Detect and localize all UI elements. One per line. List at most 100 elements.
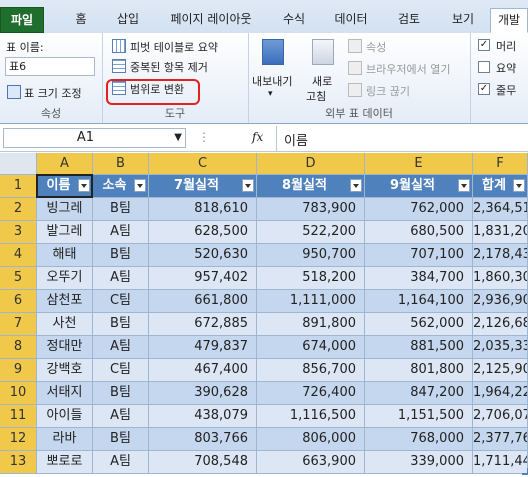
banded-rows-checkbox[interactable]: ✓ bbox=[478, 83, 490, 95]
table-cell[interactable]: B팀 bbox=[93, 428, 149, 451]
resize-table-button[interactable]: 표 크기 조정 bbox=[24, 85, 82, 101]
row-header-1[interactable]: 1 bbox=[0, 175, 37, 198]
table-cell[interactable]: A팀 bbox=[93, 221, 149, 244]
table-cell[interactable]: 438,079 bbox=[149, 405, 257, 428]
formula-bar-splitter-icon[interactable]: ⋮ bbox=[198, 130, 210, 144]
row-header-7[interactable]: 7 bbox=[0, 313, 37, 336]
row-header-11[interactable]: 11 bbox=[0, 405, 37, 428]
table-cell[interactable]: A팀 bbox=[93, 405, 149, 428]
table-cell[interactable]: 오뚜기 bbox=[37, 267, 93, 290]
tab-view[interactable]: 보기 bbox=[438, 8, 488, 33]
tab-data[interactable]: 데이터 bbox=[322, 8, 380, 33]
table-cell[interactable]: C팀 bbox=[93, 290, 149, 313]
remove-duplicates-button[interactable]: 중복된 항목 제거 bbox=[130, 59, 208, 75]
table-cell[interactable]: 479,837 bbox=[149, 336, 257, 359]
table-cell[interactable]: 663,900 bbox=[257, 451, 365, 474]
name-box[interactable]: A1 ▼ bbox=[3, 128, 186, 148]
table-cell[interactable]: 1,111,000 bbox=[257, 290, 365, 313]
table-cell[interactable]: 2,706,079 bbox=[473, 405, 528, 428]
table-cell[interactable]: 삼천포 bbox=[37, 290, 93, 313]
tab-home[interactable]: 홈 bbox=[62, 8, 100, 33]
properties-button[interactable]: 속성 bbox=[366, 39, 386, 55]
table-resize-handle[interactable] bbox=[522, 468, 528, 475]
column-header-a[interactable]: A bbox=[37, 153, 93, 175]
table-cell[interactable]: 708,548 bbox=[149, 451, 257, 474]
filter-dropdown-icon[interactable] bbox=[513, 179, 525, 192]
table-cell[interactable]: 707,100 bbox=[365, 244, 473, 267]
table-header-cell[interactable]: 합계 bbox=[473, 175, 528, 198]
row-header-13[interactable]: 13 bbox=[0, 451, 37, 474]
name-box-dropdown-icon[interactable]: ▼ bbox=[174, 130, 182, 146]
table-cell[interactable]: 891,800 bbox=[257, 313, 365, 336]
table-cell[interactable]: 1,860,302 bbox=[473, 267, 528, 290]
table-cell[interactable]: 사천 bbox=[37, 313, 93, 336]
unlink-button[interactable]: 링크 끊기 bbox=[366, 83, 410, 99]
table-cell[interactable]: 628,500 bbox=[149, 221, 257, 244]
open-in-browser-button[interactable]: 브라우저에서 열기 bbox=[366, 61, 450, 77]
refresh-button[interactable]: 새로 bbox=[312, 73, 332, 89]
column-header-d[interactable]: D bbox=[257, 153, 365, 175]
table-cell[interactable]: 661,800 bbox=[149, 290, 257, 313]
table-cell[interactable]: 674,000 bbox=[257, 336, 365, 359]
tab-page-layout[interactable]: 페이지 레이아웃 bbox=[156, 8, 266, 33]
table-cell[interactable]: 783,900 bbox=[257, 198, 365, 221]
tab-formulas[interactable]: 수식 bbox=[270, 8, 318, 33]
table-cell[interactable]: 390,628 bbox=[149, 382, 257, 405]
select-all-corner[interactable] bbox=[0, 153, 37, 175]
row-header-2[interactable]: 2 bbox=[0, 198, 37, 221]
table-name-input[interactable]: 표6 bbox=[5, 57, 95, 76]
summarize-pivot-button[interactable]: 피벗 테이블로 요약 bbox=[130, 39, 218, 55]
table-cell[interactable]: B팀 bbox=[93, 382, 149, 405]
table-cell[interactable]: 1,164,100 bbox=[365, 290, 473, 313]
table-cell[interactable]: 1,116,500 bbox=[257, 405, 365, 428]
table-header-cell[interactable]: 9월실적 bbox=[365, 175, 473, 198]
table-cell[interactable]: 1,151,500 bbox=[365, 405, 473, 428]
table-cell[interactable]: 2,125,900 bbox=[473, 359, 528, 382]
total-row-checkbox[interactable] bbox=[478, 61, 490, 73]
table-cell[interactable]: 2,126,685 bbox=[473, 313, 528, 336]
table-header-cell[interactable]: 소속 bbox=[93, 175, 149, 198]
table-cell[interactable]: 818,610 bbox=[149, 198, 257, 221]
row-header-4[interactable]: 4 bbox=[0, 244, 37, 267]
row-header-6[interactable]: 6 bbox=[0, 290, 37, 313]
table-cell[interactable]: 856,700 bbox=[257, 359, 365, 382]
table-cell[interactable]: 1,964,228 bbox=[473, 382, 528, 405]
table-cell[interactable]: 아이들 bbox=[37, 405, 93, 428]
row-header-9[interactable]: 9 bbox=[0, 359, 37, 382]
tab-file[interactable]: 파일 bbox=[0, 7, 44, 33]
table-cell[interactable]: C팀 bbox=[93, 359, 149, 382]
insert-function-icon[interactable]: fx bbox=[252, 130, 263, 144]
table-cell[interactable]: B팀 bbox=[93, 244, 149, 267]
column-header-f[interactable]: F bbox=[473, 153, 528, 175]
row-header-3[interactable]: 3 bbox=[0, 221, 37, 244]
row-header-10[interactable]: 10 bbox=[0, 382, 37, 405]
tab-developer[interactable]: 개발 bbox=[490, 8, 528, 33]
table-cell[interactable]: 762,000 bbox=[365, 198, 473, 221]
table-cell[interactable]: 2,178,430 bbox=[473, 244, 528, 267]
table-cell[interactable]: 빙그레 bbox=[37, 198, 93, 221]
table-cell[interactable]: 518,200 bbox=[257, 267, 365, 290]
filter-dropdown-icon[interactable] bbox=[134, 179, 146, 192]
table-cell[interactable]: A팀 bbox=[93, 336, 149, 359]
table-cell[interactable]: 680,500 bbox=[365, 221, 473, 244]
column-header-b[interactable]: B bbox=[93, 153, 149, 175]
column-header-c[interactable]: C bbox=[149, 153, 257, 175]
table-cell[interactable]: 726,400 bbox=[257, 382, 365, 405]
table-cell[interactable]: 뽀로로 bbox=[37, 451, 93, 474]
table-cell[interactable]: 847,200 bbox=[365, 382, 473, 405]
row-header-8[interactable]: 8 bbox=[0, 336, 37, 359]
table-cell[interactable]: A팀 bbox=[93, 451, 149, 474]
table-cell[interactable]: 957,402 bbox=[149, 267, 257, 290]
row-header-12[interactable]: 12 bbox=[0, 428, 37, 451]
table-cell[interactable]: 803,766 bbox=[149, 428, 257, 451]
table-cell[interactable]: 672,885 bbox=[149, 313, 257, 336]
table-cell[interactable]: 발그레 bbox=[37, 221, 93, 244]
table-cell[interactable]: 806,000 bbox=[257, 428, 365, 451]
filter-dropdown-icon[interactable] bbox=[458, 179, 470, 192]
table-cell[interactable]: 768,000 bbox=[365, 428, 473, 451]
table-cell[interactable]: 881,500 bbox=[365, 336, 473, 359]
export-button[interactable]: 내보내기 bbox=[252, 73, 292, 89]
table-header-cell[interactable]: 8월실적 bbox=[257, 175, 365, 198]
formula-input[interactable]: 이름 bbox=[284, 130, 308, 149]
table-cell[interactable]: 2,377,766 bbox=[473, 428, 528, 451]
